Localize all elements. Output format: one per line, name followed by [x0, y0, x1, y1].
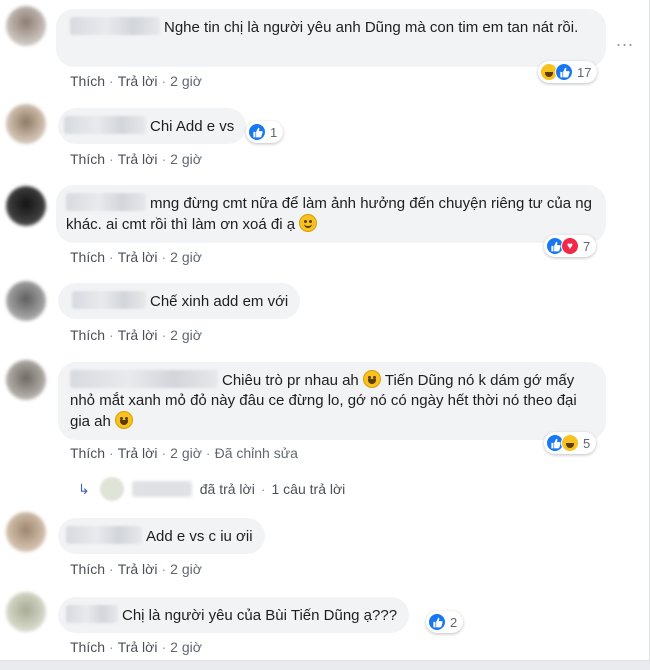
- grinning-sweat-emoji-icon: [115, 411, 134, 429]
- timestamp[interactable]: 2 giờ: [170, 445, 202, 461]
- avatar[interactable]: [6, 512, 46, 552]
- timestamp[interactable]: 2 giờ: [170, 151, 202, 167]
- comment-bubble: Add e vs c iu ơii: [58, 518, 265, 554]
- timestamp[interactable]: 2 giờ: [170, 561, 202, 577]
- comment-text: Nghe tin chị là người yêu anh Dũng mà co…: [164, 19, 579, 36]
- grinning-sweat-emoji-icon: [362, 370, 381, 388]
- like-icon: [428, 613, 446, 631]
- more-options-icon[interactable]: ...: [616, 30, 634, 51]
- smile-emoji-icon: [299, 214, 318, 232]
- comment-text: Chiêu trò pr nhau ah: [222, 372, 359, 389]
- author-name-blurred[interactable]: [66, 526, 142, 544]
- avatar[interactable]: [6, 104, 46, 144]
- comment-actions: Thích · Trả lời · 2 giờ: [70, 249, 202, 265]
- replied-label[interactable]: đã trả lời: [200, 481, 255, 497]
- edited-label[interactable]: Đã chỉnh sửa: [215, 445, 298, 461]
- like-link[interactable]: Thích: [70, 151, 105, 167]
- reply-author-blurred: [131, 481, 192, 497]
- reply-link[interactable]: Trả lời: [118, 327, 158, 343]
- like-link[interactable]: Thích: [70, 561, 105, 577]
- section-divider: [0, 660, 650, 670]
- reaction-count: 17: [577, 64, 592, 80]
- author-name-blurred[interactable]: [64, 116, 146, 134]
- like-link[interactable]: Thích: [70, 639, 105, 655]
- reaction-summary[interactable]: 5: [544, 432, 597, 454]
- comment-text: Add e vs c iu ơii: [146, 528, 253, 545]
- reaction-count: 5: [583, 435, 591, 451]
- avatar[interactable]: [6, 6, 46, 46]
- comment-actions: Thích · Trả lời · 2 giờ: [70, 327, 202, 343]
- timestamp[interactable]: 2 giờ: [170, 639, 202, 655]
- comment-bubble: Chế xinh add em với: [58, 283, 301, 319]
- avatar[interactable]: [6, 281, 46, 321]
- comment-text: Chế xinh add em với: [150, 293, 289, 310]
- author-name-blurred[interactable]: [70, 370, 218, 388]
- reaction-count: 2: [450, 614, 458, 630]
- reply-link[interactable]: Trả lời: [118, 151, 158, 167]
- like-link[interactable]: Thích: [70, 445, 105, 461]
- author-name-blurred[interactable]: [66, 193, 146, 211]
- comment-actions: Thích · Trả lời · 2 giờ: [70, 561, 202, 577]
- comment-actions: Thích · Trả lời · 2 giờ: [70, 639, 202, 655]
- avatar[interactable]: [6, 360, 46, 400]
- comment-bubble: Chiêu trò pr nhau ah Tiến Dũng nó k dám …: [58, 362, 606, 440]
- reaction-count: 1: [270, 124, 278, 140]
- reply-arrow-icon: ↳: [78, 480, 90, 497]
- reply-link[interactable]: Trả lời: [118, 561, 158, 577]
- author-name-blurred[interactable]: [70, 17, 160, 35]
- reaction-summary[interactable]: 17: [538, 61, 598, 83]
- reply-link[interactable]: Trả lời: [118, 249, 158, 265]
- replies-summary[interactable]: ↳ đã trả lời · 1 câu trả lời: [78, 477, 345, 501]
- reply-avatar: [99, 477, 124, 501]
- comment-actions: Thích · Trả lời · 2 giờ · Đã chỉnh sửa: [70, 445, 298, 461]
- timestamp[interactable]: 2 giờ: [170, 327, 202, 343]
- comment-bubble: Chị là người yêu của Bùi Tiến Dũng ạ???: [58, 597, 410, 633]
- reaction-summary[interactable]: 2: [426, 611, 464, 633]
- love-icon: ♥: [561, 237, 579, 255]
- comment-actions: Thích · Trả lời · 2 giờ: [70, 73, 202, 89]
- like-icon: [248, 123, 266, 141]
- comment-bubble: Nghe tin chị là người yêu anh Dũng mà co…: [56, 9, 606, 67]
- like-link[interactable]: Thích: [70, 73, 105, 89]
- author-name-blurred[interactable]: [66, 605, 118, 623]
- comment-actions: Thích · Trả lời · 2 giờ: [70, 151, 202, 167]
- like-icon: [555, 63, 573, 81]
- reaction-summary[interactable]: ♥ 7: [544, 235, 597, 257]
- haha-icon: [561, 434, 579, 452]
- timestamp[interactable]: 2 giờ: [170, 73, 202, 89]
- timestamp[interactable]: 2 giờ: [170, 249, 202, 265]
- comment-section: Nghe tin chị là người yêu anh Dũng mà co…: [0, 0, 650, 670]
- like-link[interactable]: Thích: [70, 249, 105, 265]
- reaction-count: 7: [583, 238, 591, 254]
- comment-text: Chị là người yêu của Bùi Tiến Dũng ạ???: [122, 607, 398, 624]
- comment-text: Chi Add e vs: [150, 118, 235, 135]
- avatar[interactable]: [6, 186, 46, 226]
- like-link[interactable]: Thích: [70, 327, 105, 343]
- reaction-summary[interactable]: 1: [246, 121, 284, 143]
- avatar[interactable]: [6, 592, 46, 632]
- comment-bubble: mng đừng cmt nữa để làm ảnh hưởng đến ch…: [56, 185, 606, 243]
- comment-bubble: Chi Add e vs: [58, 108, 247, 144]
- reply-link[interactable]: Trả lời: [118, 445, 158, 461]
- reply-link[interactable]: Trả lời: [118, 73, 158, 89]
- author-name-blurred[interactable]: [72, 291, 146, 309]
- reply-count[interactable]: 1 câu trả lời: [272, 481, 346, 497]
- reply-link[interactable]: Trả lời: [118, 639, 158, 655]
